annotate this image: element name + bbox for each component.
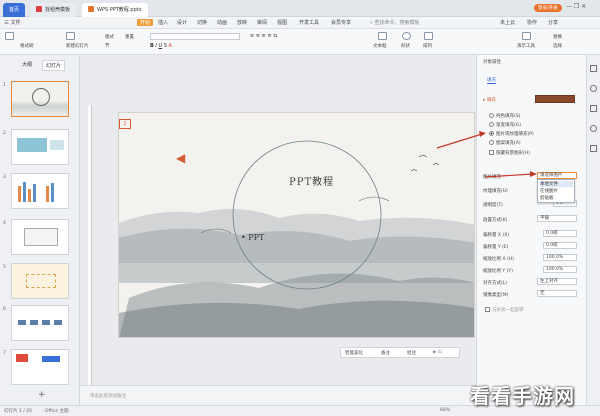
site-watermark: 看看手游网 <box>470 384 575 408</box>
settings-icon[interactable] <box>590 125 597 132</box>
annotation-arrows <box>436 131 537 178</box>
share-icon[interactable] <box>590 145 597 152</box>
theme-name: Office 主题 <box>45 409 69 414</box>
properties-icon[interactable] <box>590 65 597 72</box>
slide-counter: 幻灯片 1 / 20 <box>4 409 32 414</box>
animation-icon[interactable] <box>590 105 597 112</box>
style-icon[interactable] <box>590 85 597 92</box>
right-sidebar <box>586 55 600 405</box>
zoom-level[interactable]: 68% <box>440 408 450 413</box>
